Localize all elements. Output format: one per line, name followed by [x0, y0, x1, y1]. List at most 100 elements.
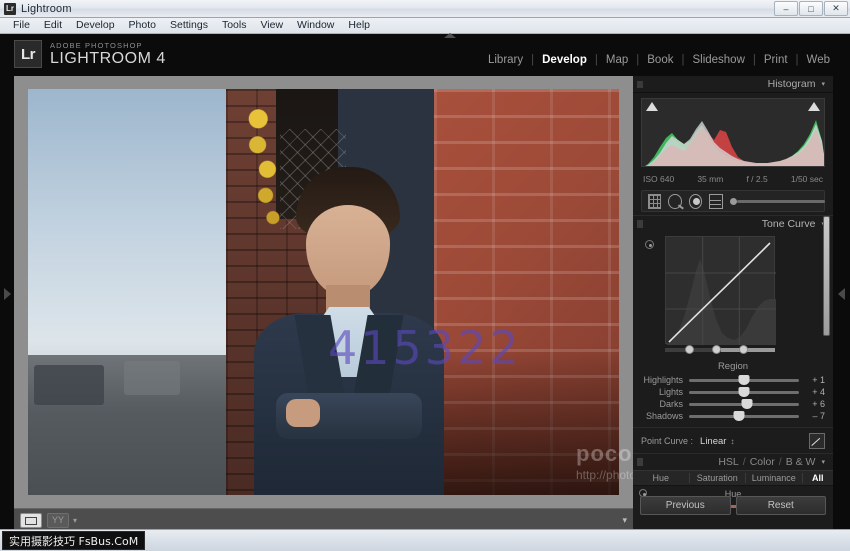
menu-bar: File Edit Develop Photo Settings Tools V…	[0, 18, 850, 34]
loupe-view-icon[interactable]	[20, 513, 42, 528]
graduated-filter-icon[interactable]	[709, 193, 723, 209]
menu-item-view[interactable]: View	[253, 18, 290, 33]
histogram-title: Histogram	[767, 78, 816, 90]
subject-face	[306, 205, 390, 297]
tone-curve-header[interactable]: Tone Curve ▾	[633, 215, 833, 232]
module-picker: Library | Develop | Map | Book | Slidesh…	[480, 54, 838, 66]
reset-button[interactable]: Reset	[735, 496, 826, 515]
right-panel-collapse-arrow[interactable]	[838, 288, 845, 300]
slider-track-highlights[interactable]	[689, 374, 799, 385]
minimize-button[interactable]: –	[774, 1, 798, 16]
module-web[interactable]: Web	[799, 54, 838, 66]
hsl-header[interactable]: HSL / Color / B & W ▾	[633, 453, 833, 470]
menu-item-tools[interactable]: Tools	[215, 18, 254, 33]
module-develop[interactable]: Develop	[534, 54, 595, 66]
slider-value-darks[interactable]: + 6	[799, 399, 825, 409]
photo-preview[interactable]: 415322	[28, 89, 619, 495]
slider-value-lights[interactable]: + 4	[799, 387, 825, 397]
module-book[interactable]: Book	[639, 54, 681, 66]
tab-saturation[interactable]: Saturation	[690, 473, 746, 483]
subject-hand	[286, 399, 320, 427]
tone-range-knob-midtones[interactable]	[712, 345, 721, 354]
spot-removal-icon[interactable]	[668, 193, 682, 209]
point-curve-row: Point Curve : Linear ↕	[633, 427, 833, 453]
chevron-updown-icon[interactable]: ↕	[730, 437, 734, 446]
right-panel-edge[interactable]	[833, 76, 850, 531]
slider-value-highlights[interactable]: + 1	[799, 375, 825, 385]
hsl-tab-bar: Hue Saturation Luminance All	[633, 470, 833, 486]
tone-curve-title: Tone Curve	[761, 218, 816, 230]
hsl-title-color[interactable]: Color	[750, 456, 775, 468]
exif-shutter-speed: 1/50 sec	[790, 174, 823, 184]
menu-item-window[interactable]: Window	[290, 18, 341, 33]
module-library[interactable]: Library	[480, 54, 531, 66]
point-curve-edit-icon[interactable]	[809, 433, 825, 449]
exif-iso: ISO 640	[643, 174, 675, 184]
menu-item-photo[interactable]: Photo	[122, 18, 163, 33]
windows-taskbar: 实用摄影技巧 FsBus.CoM	[0, 529, 850, 551]
slider-knob-highlights[interactable]	[738, 374, 750, 385]
crop-overlay-icon[interactable]	[648, 193, 662, 209]
panel-toggle-icon[interactable]	[637, 220, 643, 228]
highlight-clipping-indicator[interactable]	[808, 102, 820, 111]
toolbar-options-chevron[interactable]: ▾	[622, 515, 627, 526]
range-bar-light	[721, 348, 775, 352]
tab-luminance[interactable]: Luminance	[746, 473, 803, 483]
menu-item-file[interactable]: File	[6, 18, 37, 33]
chevron-down-icon[interactable]: ▾	[73, 516, 77, 525]
tone-curve-panel	[633, 232, 833, 358]
module-slideshow[interactable]: Slideshow	[684, 54, 752, 66]
panel-toggle-icon[interactable]	[637, 80, 643, 88]
point-curve-label: Point Curve :	[641, 436, 694, 446]
slider-row-shadows: Shadows – 7	[633, 410, 833, 422]
tone-curve-svg	[666, 237, 776, 345]
chevron-down-icon[interactable]: ▾	[821, 80, 825, 88]
taskbar-item[interactable]: 实用摄影技巧 FsBus.CoM	[2, 531, 146, 550]
slider-knob-darks[interactable]	[741, 398, 753, 409]
module-print[interactable]: Print	[756, 54, 796, 66]
histogram-svg	[645, 120, 824, 166]
tone-range-knob-highlights[interactable]	[739, 345, 748, 354]
point-curve-value[interactable]: Linear	[700, 436, 726, 447]
image-work-area[interactable]: 415322	[14, 76, 633, 508]
slider-knob-lights[interactable]	[738, 386, 750, 397]
hsl-title-hsl[interactable]: HSL	[718, 456, 738, 468]
close-button[interactable]: ✕	[824, 1, 848, 16]
compare-view-button[interactable]: YY	[47, 513, 70, 528]
red-eye-icon[interactable]	[688, 193, 703, 209]
menu-item-edit[interactable]: Edit	[37, 18, 69, 33]
histogram-header[interactable]: Histogram ▾	[633, 76, 833, 93]
identity-plate[interactable]: Lr ADOBE PHOTOSHOP LIGHTROOM 4	[14, 40, 166, 68]
slider-track-shadows[interactable]	[689, 410, 799, 421]
targeted-adjustment-icon[interactable]	[645, 240, 654, 249]
hsl-slash: /	[742, 456, 746, 468]
left-panel-expand-arrow[interactable]	[4, 288, 11, 300]
tone-curve-graph[interactable]	[665, 236, 776, 345]
tab-hue[interactable]: Hue	[633, 473, 690, 483]
tone-curve-range-track[interactable]	[665, 345, 775, 354]
top-panel-toggle-arrow[interactable]	[444, 33, 456, 38]
histogram-chart[interactable]	[641, 98, 825, 167]
chevron-down-icon[interactable]: ▾	[821, 458, 825, 466]
panel-toggle-icon[interactable]	[637, 458, 643, 466]
previous-button[interactable]: Previous	[640, 496, 731, 515]
slider-knob-shadows[interactable]	[733, 410, 744, 421]
right-panel: Histogram ▾ ISO 640 35 mm f / 2.5 1/50 s…	[633, 76, 833, 531]
menu-item-settings[interactable]: Settings	[163, 18, 215, 33]
right-panel-scrollbar[interactable]	[823, 216, 830, 336]
menu-item-help[interactable]: Help	[341, 18, 377, 33]
exif-readout: ISO 640 35 mm f / 2.5 1/50 sec	[633, 171, 833, 189]
shadow-clipping-indicator[interactable]	[646, 102, 658, 111]
develop-tool-strip	[641, 190, 825, 212]
left-panel-collapsed[interactable]	[0, 76, 14, 531]
menu-item-develop[interactable]: Develop	[69, 18, 122, 33]
slider-track-lights[interactable]	[689, 386, 799, 397]
slider-track-darks[interactable]	[689, 398, 799, 409]
slider-value-shadows[interactable]: – 7	[799, 411, 825, 421]
tone-range-knob-shadows[interactable]	[685, 345, 694, 354]
hsl-title-bw[interactable]: B & W	[786, 456, 816, 468]
tab-all[interactable]: All	[803, 473, 834, 483]
maximize-button[interactable]: □	[799, 1, 823, 16]
adjustment-brush-icon[interactable]	[729, 196, 825, 206]
module-map[interactable]: Map	[598, 54, 636, 66]
